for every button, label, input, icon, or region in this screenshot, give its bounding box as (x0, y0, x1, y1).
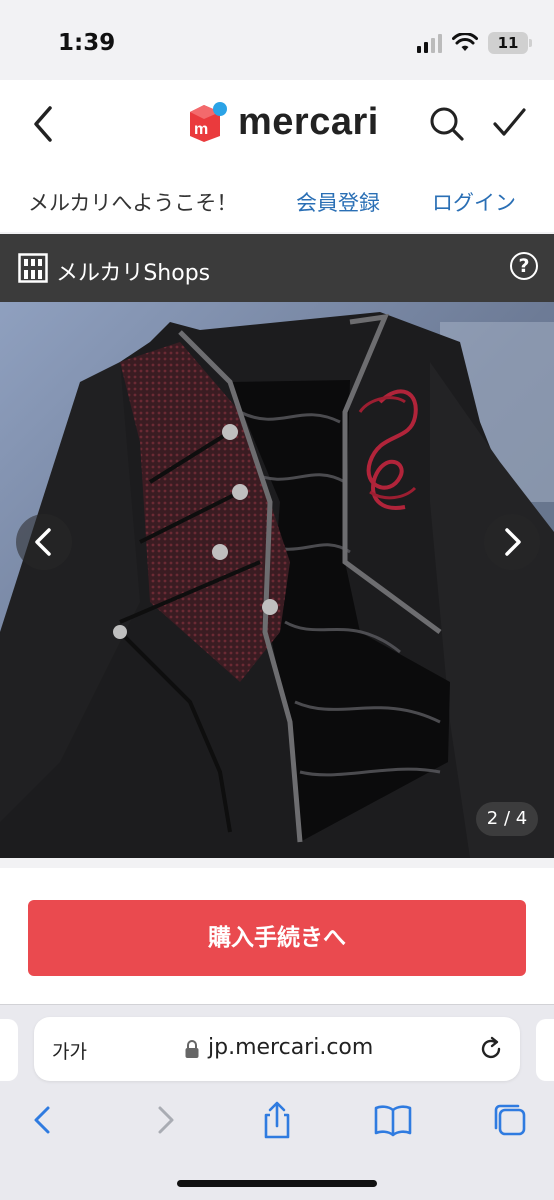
register-link[interactable]: 会員登録 (296, 187, 380, 217)
help-icon[interactable]: ? (510, 252, 538, 280)
welcome-row: メルカリへようこそ！ 会員登録 ログイン (0, 170, 554, 232)
product-image[interactable]: 2 / 4 (0, 302, 554, 858)
image-counter: 2 / 4 (476, 802, 538, 836)
forward-icon[interactable] (144, 1100, 184, 1140)
share-icon[interactable] (257, 1100, 297, 1140)
reload-icon[interactable] (478, 1036, 504, 1062)
mercari-logo[interactable]: m mercari (184, 100, 379, 144)
mercari-logo-text: mercari (238, 100, 379, 143)
login-link[interactable]: ログイン (432, 187, 516, 217)
next-image-button[interactable] (484, 514, 540, 570)
status-time: 1:39 (58, 30, 116, 56)
bookmarks-icon[interactable] (373, 1100, 413, 1140)
shop-storefront-icon (18, 253, 48, 283)
back-chevron-icon[interactable] (28, 102, 62, 146)
lock-icon (185, 1040, 199, 1058)
text-size-button[interactable]: 가가 (52, 1037, 87, 1064)
checkmark-icon[interactable] (490, 104, 528, 142)
welcome-text: メルカリへようこそ！ (28, 191, 238, 215)
tabs-icon[interactable] (490, 1100, 530, 1140)
purchase-area: 購入手続きへ (0, 868, 554, 1004)
next-tab-preview[interactable] (536, 1019, 554, 1081)
url-field[interactable]: 가가 jp.mercari.com (34, 1017, 520, 1081)
status-bar: 1:39 11 (0, 0, 554, 80)
app-header: m mercari (0, 80, 554, 170)
browser-address-bar: 가가 jp.mercari.com (0, 1004, 554, 1088)
product-photo (0, 302, 554, 858)
shops-label: メルカリShops (56, 261, 211, 286)
url-text: jp.mercari.com (208, 1035, 374, 1060)
wifi-icon (452, 33, 478, 51)
shops-bar: メルカリShops ? (0, 234, 554, 302)
mercari-logo-icon: m (190, 102, 227, 142)
search-icon[interactable] (428, 104, 466, 144)
status-icons: 11 (417, 32, 532, 54)
browser-toolbar (0, 1088, 554, 1200)
cellular-signal-icon (417, 33, 442, 53)
previous-image-button[interactable] (16, 514, 72, 570)
previous-tab-preview[interactable] (0, 1019, 18, 1081)
svg-text:m: m (194, 121, 208, 138)
home-indicator (177, 1180, 377, 1187)
back-icon[interactable] (24, 1100, 64, 1140)
purchase-button[interactable]: 購入手続きへ (28, 900, 526, 976)
battery-icon: 11 (488, 32, 532, 54)
